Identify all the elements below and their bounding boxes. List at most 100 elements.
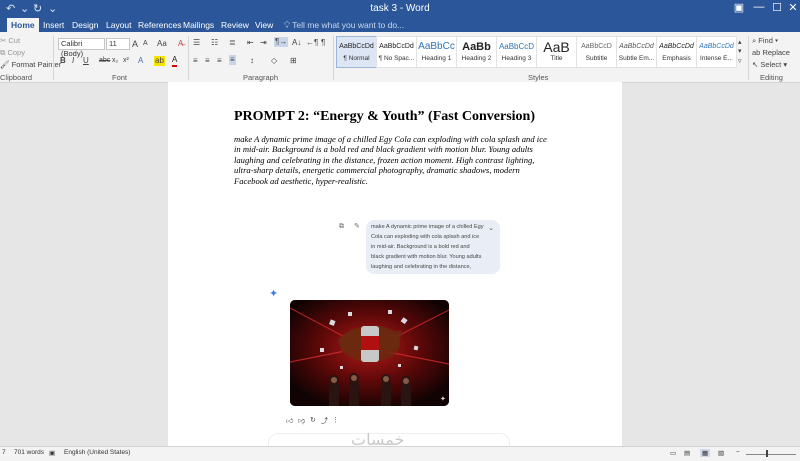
share-icon[interactable]: ⤴ <box>321 416 328 426</box>
proofing-icon[interactable]: ▣ <box>49 449 55 457</box>
ltr-direction-icon[interactable]: ¶→ <box>274 37 289 47</box>
numbering-icon[interactable]: ☷ <box>211 38 218 48</box>
style-heading-3[interactable]: AaBbCcD Heading 3 <box>496 36 537 68</box>
tab-layout[interactable]: Layout <box>102 18 136 32</box>
replace-icon: ab <box>752 48 763 57</box>
rtl-direction-icon[interactable]: ←¶ <box>306 38 318 48</box>
thumbs-up-icon[interactable]: 👍︎ <box>286 416 293 425</box>
decrease-indent-icon[interactable]: ⇤ <box>247 38 254 48</box>
font-color-icon[interactable]: A <box>172 55 178 67</box>
style-title[interactable]: AaB Title <box>536 36 577 68</box>
font-size-select[interactable]: 11 <box>106 38 130 50</box>
shrink-font-button[interactable]: A <box>143 39 148 49</box>
copy-prompt-icon[interactable]: ⧉ <box>339 222 344 232</box>
font-group-label: Font <box>112 73 128 82</box>
generated-image-artwork: ✦ <box>290 300 449 406</box>
style-heading-2[interactable]: AaBb Heading 2 <box>456 36 497 68</box>
zoom-out-button[interactable]: − <box>736 449 740 456</box>
page-indicator[interactable]: 7 <box>2 449 6 456</box>
style-name: Intense E... <box>700 55 733 62</box>
style-normal[interactable]: AaBbCcDd ¶ Normal <box>336 36 377 68</box>
zoom-slider-thumb[interactable] <box>766 450 768 457</box>
zoom-slider[interactable] <box>746 454 796 455</box>
shading-icon[interactable]: ◇ <box>271 56 277 66</box>
italic-button[interactable]: I <box>72 56 74 66</box>
borders-icon[interactable]: ⊞ <box>290 56 297 66</box>
expand-chevron-icon[interactable]: ⌄ <box>488 224 494 234</box>
style-subtle-emphasis[interactable]: AaBbCcDd Subtle Em... <box>616 36 657 68</box>
read-mode-icon[interactable]: ▤ <box>684 449 690 457</box>
select-button[interactable]: ↖ Select ▾ <box>752 60 787 69</box>
cut-button[interactable]: ✂ Cut <box>0 36 20 45</box>
highlight-color-icon[interactable]: ab <box>154 56 165 66</box>
tab-insert[interactable]: Insert <box>39 18 68 32</box>
divider <box>333 36 334 80</box>
strikethrough-button[interactable]: abc <box>99 56 110 66</box>
align-center-icon[interactable]: ≡ <box>205 56 210 66</box>
paragraph-group-label: Paragraph <box>243 73 279 82</box>
regenerate-icon[interactable]: ↻ <box>310 416 316 424</box>
style-subtitle[interactable]: AaBbCcD Subtitle <box>576 36 617 68</box>
style-name: Heading 2 <box>461 55 492 62</box>
tab-design[interactable]: Design <box>68 18 102 32</box>
ribbon: ✂ Cut ⧉ Copy 🖌︎ Format Painter Clipboard… <box>0 32 800 83</box>
font-name-select[interactable]: Calibri (Body) <box>58 38 105 58</box>
subscript-button[interactable]: x₂ <box>112 56 118 66</box>
bold-button[interactable]: B <box>60 56 66 66</box>
chat-prompt-text: make A dynamic prime image of a chilled … <box>371 224 484 270</box>
edit-prompt-icon[interactable]: ✎ <box>354 222 360 232</box>
focus-mode-icon[interactable]: ▭ <box>670 449 676 457</box>
copy-button[interactable]: ⧉ Copy <box>0 48 25 58</box>
increase-indent-icon[interactable]: ⇥ <box>260 38 267 48</box>
align-left-icon[interactable]: ≡ <box>193 56 198 66</box>
show-marks-button[interactable]: ¶ <box>321 38 325 48</box>
bullets-icon[interactable]: ☰ <box>193 38 200 48</box>
line-spacing-icon[interactable]: ↕ <box>250 56 254 66</box>
grow-font-button[interactable]: A <box>132 39 138 49</box>
style-preview: AaBbCcD <box>581 43 612 50</box>
styles-scroll-down-icon[interactable]: ▾ <box>738 47 742 57</box>
styles-more-icon[interactable]: ▿ <box>738 57 742 67</box>
justify-icon[interactable]: ≡ <box>229 55 236 65</box>
close-button[interactable]: ✕ <box>782 1 800 14</box>
thumbs-down-icon[interactable]: 👎︎ <box>298 416 305 425</box>
multilevel-list-icon[interactable]: ≣ <box>229 38 236 48</box>
document-page[interactable]: PROMPT 2: “Energy & Youth” (Fast Convers… <box>168 82 622 455</box>
tab-references[interactable]: References <box>134 18 185 32</box>
style-emphasis[interactable]: AaBbCcDd Emphasis <box>656 36 697 68</box>
replace-button[interactable]: ab Replace <box>752 48 790 57</box>
more-options-icon[interactable]: ⋮ <box>332 416 339 424</box>
language-indicator[interactable]: English (United States) <box>64 449 130 456</box>
align-right-icon[interactable]: ≡ <box>217 56 222 66</box>
print-layout-icon[interactable]: ▦ <box>700 449 711 457</box>
word-count[interactable]: 701 words <box>14 449 44 456</box>
style-no-spacing[interactable]: AaBbCcDd ¶ No Spac... <box>376 36 417 68</box>
web-layout-icon[interactable]: ▧ <box>718 449 724 457</box>
find-button[interactable]: ⌕ Find ▾ <box>752 36 778 46</box>
ribbon-display-options-button[interactable]: ▣ <box>728 1 750 14</box>
sort-icon[interactable]: A↓ <box>292 38 301 48</box>
underline-button[interactable]: U <box>83 56 89 66</box>
clear-formatting-icon[interactable]: A̶ <box>178 39 183 49</box>
document-body: make A dynamic prime image of a chilled … <box>234 134 547 186</box>
style-heading-1[interactable]: AaBbCc Heading 1 <box>416 36 457 68</box>
style-name: Heading 1 <box>421 55 452 62</box>
style-preview: AaBbCcDd <box>699 43 734 50</box>
style-preview: AaBbCcDd <box>339 43 374 50</box>
style-intense-emphasis[interactable]: AaBbCcDd Intense E... <box>696 36 737 68</box>
style-name: Subtitle <box>585 55 608 62</box>
tab-view[interactable]: View <box>251 18 277 32</box>
change-case-button[interactable]: Aa <box>157 39 167 49</box>
tab-review[interactable]: Review <box>217 18 253 32</box>
tab-home[interactable]: Home <box>7 18 39 32</box>
tab-mailings[interactable]: Mailings <box>179 18 218 32</box>
generated-image[interactable]: ✦ <box>290 300 449 406</box>
divider <box>188 36 189 80</box>
superscript-button[interactable]: x² <box>123 56 129 66</box>
window-title: task 3 - Word <box>370 3 430 14</box>
text-effects-icon[interactable]: A <box>138 56 143 66</box>
style-name: Title <box>550 55 563 62</box>
tell-me-search[interactable]: 💡︎ Tell me what you want to do... <box>284 18 404 32</box>
style-preview: AaBbCcD <box>498 42 535 51</box>
editing-group-label: Editing <box>760 73 783 82</box>
